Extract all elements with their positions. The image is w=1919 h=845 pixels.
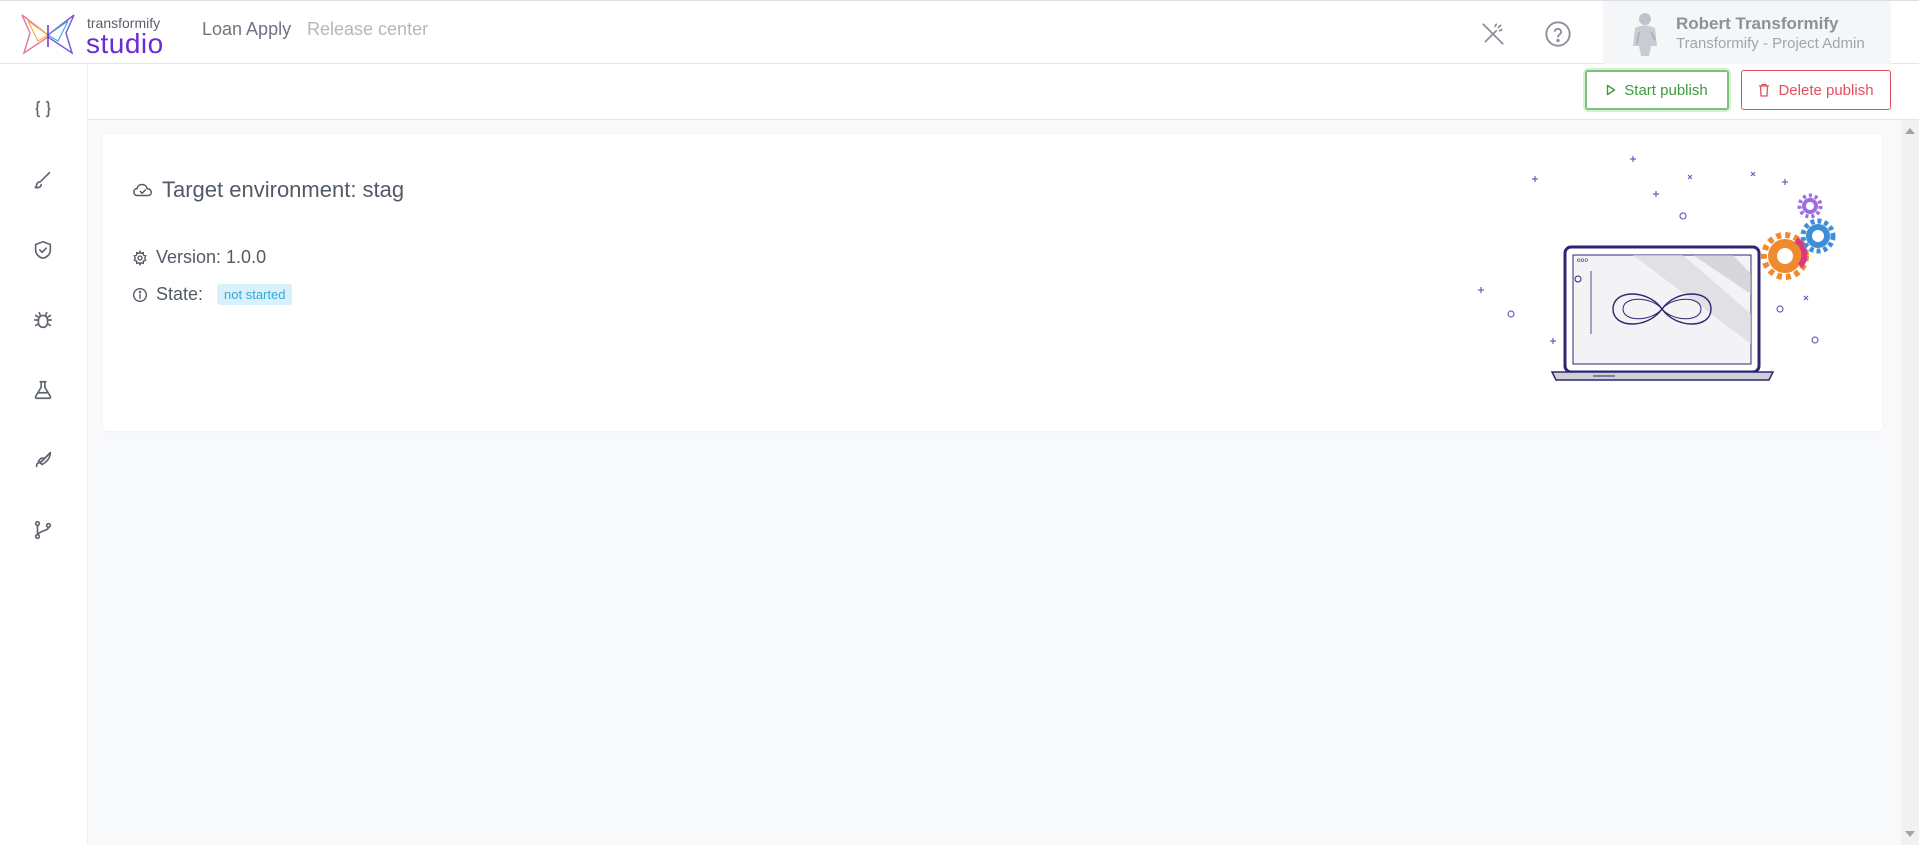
top-bar: transformify studio Loan Apply Release c… (0, 0, 1919, 65)
help-circle-icon[interactable] (1543, 19, 1573, 49)
delete-publish-label: Delete publish (1778, 81, 1874, 99)
git-branch-icon[interactable] (28, 515, 58, 545)
brush-icon[interactable] (28, 165, 58, 195)
code-braces-icon[interactable] (28, 95, 58, 125)
flask-icon[interactable] (28, 375, 58, 405)
publish-card: Target environment: stag Version: 1.0.0 … (103, 134, 1882, 431)
delete-publish-button[interactable]: Delete publish (1741, 70, 1891, 110)
start-publish-button[interactable]: Start publish (1585, 70, 1729, 110)
state-row: State: not started (132, 284, 293, 305)
start-publish-label: Start publish (1624, 81, 1708, 99)
app-logo[interactable]: transformify studio (18, 11, 178, 59)
trash-icon (1759, 83, 1770, 97)
breadcrumb-app[interactable]: Loan Apply (202, 19, 291, 40)
rocket-icon[interactable] (28, 445, 58, 475)
state-label: State: (156, 284, 204, 304)
play-icon (1607, 84, 1616, 96)
user-menu[interactable]: Robert Transformify Transformify - Proje… (1603, 1, 1891, 65)
scroll-up-arrow-icon[interactable] (1905, 128, 1915, 134)
magic-wand-off-icon[interactable] (1478, 19, 1508, 49)
svg-text:ooo: ooo (1577, 257, 1588, 264)
cloud-check-icon (133, 183, 152, 197)
info-icon (133, 287, 147, 302)
breadcrumb-section[interactable]: Release center (307, 19, 428, 40)
scroll-down-arrow-icon[interactable] (1905, 831, 1915, 837)
sidebar (0, 64, 88, 845)
shield-check-icon[interactable] (28, 235, 58, 265)
version-row: Version: 1.0.0 (132, 247, 266, 268)
butterfly-logo-icon (21, 14, 75, 55)
gear-icon (133, 249, 147, 266)
user-name: Robert Transformify (1676, 14, 1839, 33)
avatar (1633, 13, 1657, 56)
target-environment-text: Target environment: stag (162, 177, 405, 202)
brand-name-big: studio (86, 28, 164, 59)
vertical-scrollbar[interactable] (1901, 120, 1919, 845)
status-badge: not started (217, 284, 293, 305)
user-role: Transformify - Project Admin (1676, 35, 1865, 52)
laptop-gears-illustration: ooo (1478, 156, 1836, 381)
bug-icon[interactable] (28, 305, 58, 335)
action-toolbar: Start publish Delete publish (88, 64, 1919, 120)
main-content: Target environment: stag Version: 1.0.0 … (88, 120, 1901, 845)
version-text: Version: 1.0.0 (156, 247, 267, 267)
target-environment-title: Target environment: stag (132, 177, 404, 203)
